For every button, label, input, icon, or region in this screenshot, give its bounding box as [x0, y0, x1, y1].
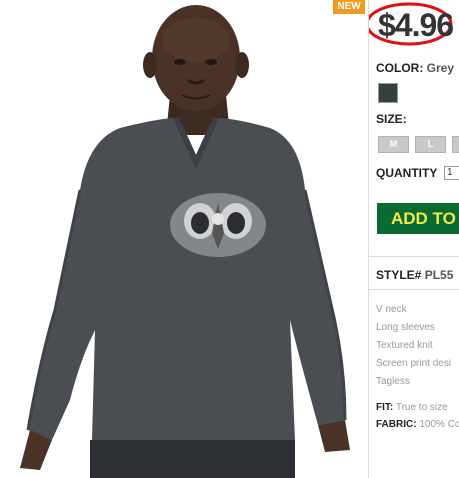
product-info-panel: $4.96 COLOR: Grey SIZE: M L QUANTITY 1 A…	[368, 0, 459, 478]
divider	[369, 289, 459, 290]
new-badge: NEW	[333, 0, 365, 14]
divider	[369, 256, 459, 257]
fabric-label: FABRIC:	[376, 419, 417, 430]
fabric-row: FABRIC: 100% Co	[376, 419, 459, 430]
style-row: STYLE# PL55	[376, 268, 453, 282]
fit-value: True to size	[395, 402, 448, 413]
fit-label: FIT:	[376, 402, 394, 413]
size-option-next[interactable]	[452, 136, 459, 153]
size-option-l[interactable]: L	[415, 136, 446, 153]
quantity-input[interactable]: 1	[444, 166, 459, 180]
feature-item: Screen print desi	[376, 358, 452, 369]
feature-item: Tagless	[376, 376, 410, 387]
style-label: STYLE#	[376, 268, 422, 282]
color-label: COLOR:	[376, 61, 424, 75]
color-swatch-grey[interactable]	[378, 83, 398, 103]
feature-item: Textured knit	[376, 340, 433, 351]
color-label-row: COLOR: Grey	[376, 61, 454, 75]
size-option-m[interactable]: M	[378, 136, 409, 153]
model-illustration	[20, 5, 350, 478]
fit-row: FIT: True to size	[376, 402, 448, 413]
feature-item: Long sleeves	[376, 322, 435, 333]
shirt-graphic	[170, 193, 266, 257]
fabric-value: 100% Co	[419, 419, 459, 430]
add-to-cart-button[interactable]: ADD TO	[377, 203, 459, 234]
product-image	[0, 0, 368, 478]
style-value: PL55	[424, 268, 454, 282]
color-value: Grey	[426, 61, 455, 75]
product-price: $4.96	[378, 7, 454, 43]
feature-item: V neck	[376, 304, 407, 315]
size-label: SIZE:	[376, 112, 407, 126]
quantity-label: QUANTITY	[376, 166, 438, 180]
